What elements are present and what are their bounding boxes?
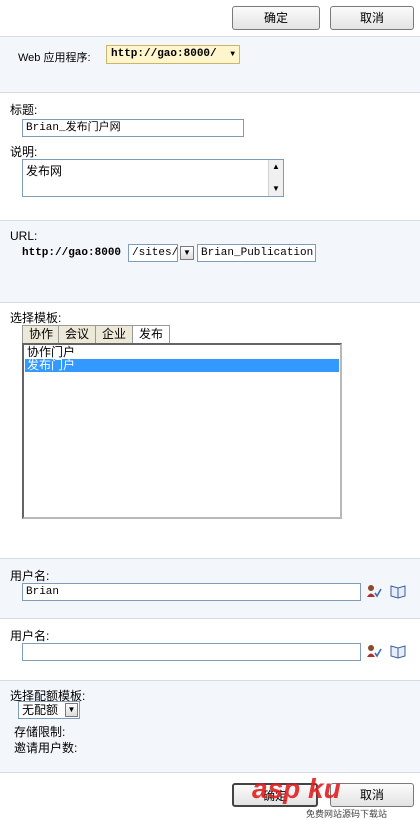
description-textarea[interactable]: 发布网 ▲ ▼ [22, 159, 284, 197]
list-item-selected[interactable]: 发布门户 [25, 359, 339, 372]
scroll-up-icon[interactable]: ▲ [272, 162, 280, 171]
webapp-value: http://gao:8000/ [111, 48, 217, 60]
quota-value: 无配额 [22, 703, 59, 717]
watermark-text: 免费网站源码下载站 [306, 809, 388, 819]
secondary-admin-label: 用户名: [10, 629, 50, 643]
template-section: 选择模板: 协作 会议 企业 发布 协作门户 发布门户 [0, 302, 420, 558]
title-section: 标题: Brian_发布门户网 说明: 发布网 ▲ ▼ [0, 92, 420, 220]
webapp-label: Web 应用程序: [18, 52, 91, 64]
tab-enterprise[interactable]: 企业 [95, 325, 134, 343]
description-label: 说明: [10, 145, 38, 159]
template-list[interactable]: 协作门户 发布门户 [22, 343, 342, 519]
primary-admin-label: 用户名: [10, 569, 50, 583]
chevron-down-icon[interactable]: ▼ [65, 703, 78, 717]
primary-admin-section: 用户名: Brian [0, 558, 420, 618]
quota-select[interactable]: 无配额 ▼ [18, 701, 80, 719]
textarea-scrollbar[interactable]: ▲ ▼ [268, 160, 283, 196]
tab-collaboration[interactable]: 协作 [22, 325, 61, 343]
template-tabs: 协作 会议 企业 发布 [22, 325, 172, 345]
description-value: 发布网 [26, 164, 63, 178]
quota-section: 选择配额模板: 无配额 ▼ 存储限制: 邀请用户数: [0, 680, 420, 772]
footer: 确定 取消 asp ku 免费网站源码下载站 [0, 772, 420, 820]
watermark-logo: asp ku [252, 773, 341, 804]
template-label: 选择模板: [10, 311, 62, 325]
url-section: URL: http://gao:8000 /sites/ ▼ Brian_Pub… [0, 220, 420, 302]
address-book-icon[interactable] [390, 643, 406, 659]
scroll-down-icon[interactable]: ▼ [272, 184, 280, 193]
webapp-section: Web 应用程序: http://gao:8000/ ▼ [0, 36, 420, 92]
ok-button[interactable]: 确定 [232, 6, 320, 30]
address-book-icon[interactable] [390, 583, 406, 599]
chevron-down-icon[interactable]: ▼ [180, 246, 194, 260]
tab-publishing[interactable]: 发布 [132, 325, 171, 344]
invite-users-label: 邀请用户数: [14, 741, 78, 755]
webapp-dropdown[interactable]: http://gao:8000/ ▼ [106, 45, 240, 64]
url-host: http://gao:8000 [22, 247, 122, 259]
url-name-input[interactable]: Brian_Publication [197, 244, 316, 262]
title-input[interactable]: Brian_发布门户网 [22, 119, 244, 137]
primary-admin-input[interactable]: Brian [22, 583, 361, 601]
url-path-select[interactable]: /sites/ [128, 244, 178, 262]
chevron-down-icon: ▼ [230, 50, 235, 59]
secondary-admin-section: 用户名: [0, 618, 420, 680]
cancel-button-bottom[interactable]: 取消 [330, 783, 414, 807]
tab-meeting[interactable]: 会议 [58, 325, 97, 343]
storage-limit-label: 存储限制: [14, 725, 66, 739]
url-label: URL: [10, 229, 38, 243]
title-label: 标题: [10, 103, 38, 117]
check-names-icon[interactable] [366, 643, 382, 659]
check-names-icon[interactable] [366, 583, 382, 599]
cancel-button[interactable]: 取消 [330, 6, 414, 30]
secondary-admin-input[interactable] [22, 643, 361, 661]
